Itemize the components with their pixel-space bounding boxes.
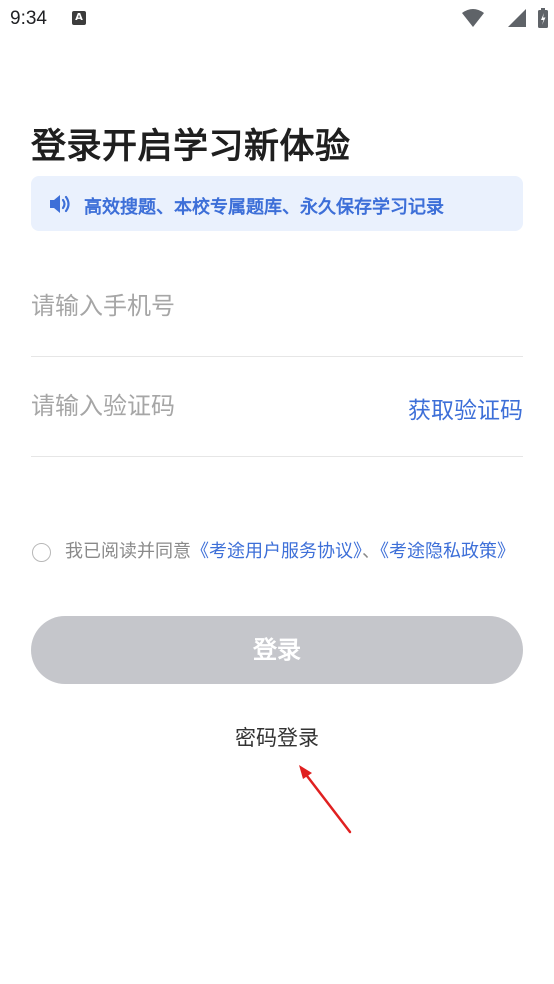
page-title: 登录开启学习新体验 [31, 127, 351, 167]
status-bar: 9:34 A [0, 0, 554, 38]
agree-prefix: 我已阅读并同意 [65, 541, 191, 562]
password-login-link[interactable]: 密码登录 [235, 726, 319, 750]
login-button[interactable]: 登录 [31, 616, 523, 684]
wifi-icon [462, 9, 484, 27]
phone-field [31, 256, 523, 357]
get-code-button[interactable]: 获取验证码 [408, 391, 523, 425]
status-time: 9:34 [10, 8, 47, 29]
cell-signal-icon [508, 9, 526, 27]
phone-input[interactable] [31, 288, 391, 324]
agreement-text: 我已阅读并同意《考途用户服务协议》、《考途隐私政策》 [65, 538, 523, 566]
agree-separator: 、 [362, 541, 380, 562]
password-login-row: 密码登录 [0, 722, 554, 752]
code-field: 获取验证码 [31, 356, 523, 457]
annotation-arrow-icon [299, 765, 352, 834]
speaker-icon [50, 195, 70, 213]
notice-banner: 高效搜题、本校专属题库、永久保存学习记录 [31, 176, 523, 231]
user-agreement-link[interactable]: 《考途用户服务协议》 [191, 541, 362, 562]
battery-icon [538, 8, 548, 28]
verification-code-input[interactable] [31, 388, 391, 424]
privacy-policy-link[interactable]: 《考途隐私政策》 [380, 541, 515, 562]
notice-text: 高效搜题、本校专属题库、永久保存学习记录 [84, 197, 444, 218]
agree-checkbox[interactable] [32, 543, 51, 562]
notification-icon: A [72, 11, 86, 25]
